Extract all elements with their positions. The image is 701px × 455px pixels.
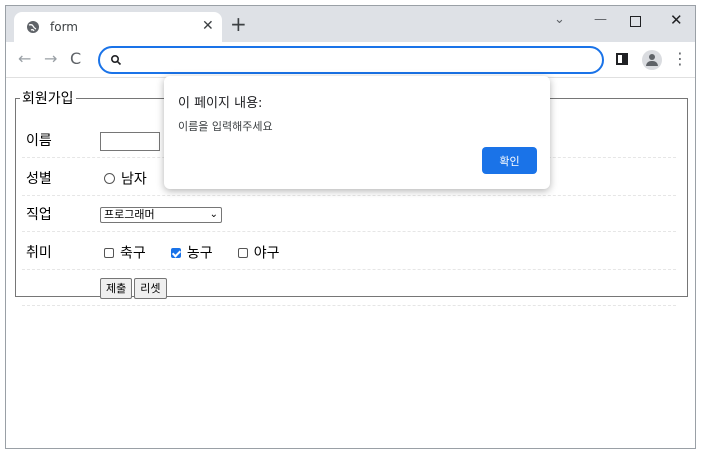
browser-toolbar: ← → C ⋮ [6, 42, 695, 78]
address-bar[interactable] [98, 46, 604, 74]
alert-message: 이름을 입력해주세요 [178, 120, 273, 133]
male-radio[interactable] [104, 173, 115, 184]
menu-icon[interactable]: ⋮ [672, 50, 688, 68]
forward-icon[interactable]: → [44, 50, 57, 68]
male-label: 남자 [121, 171, 147, 188]
side-panel-icon[interactable] [616, 53, 628, 65]
globe-icon [27, 21, 39, 33]
signup-legend: 회원가입 [22, 91, 74, 107]
new-tab-icon[interactable]: + [230, 14, 247, 34]
chevron-down-icon: ⌄ [209, 209, 218, 220]
tab-form[interactable]: form ✕ [14, 12, 222, 42]
name-label: 이름 [26, 133, 52, 149]
gender-label: 성별 [26, 171, 52, 187]
back-icon[interactable]: ← [18, 50, 31, 68]
gender-option-male[interactable]: 남자 [104, 168, 147, 189]
name-input[interactable] [100, 132, 160, 151]
job-row: 직업 프로그래머 ⌄ [22, 198, 676, 232]
hobby-option-soccer[interactable]: 축구 [104, 242, 146, 263]
alert-title: 이 페이지 내용: [178, 96, 263, 111]
soccer-label: 축구 [120, 245, 146, 262]
basketball-label: 농구 [186, 245, 213, 262]
soccer-checkbox[interactable] [104, 247, 114, 258]
reload-icon[interactable]: C [70, 50, 81, 68]
close-window-icon[interactable]: ✕ [670, 12, 683, 28]
profile-icon[interactable] [642, 50, 662, 70]
search-icon [110, 54, 122, 66]
hobby-option-baseball[interactable]: 야구 [237, 242, 280, 263]
job-select-value: 프로그래머 [104, 208, 155, 221]
reset-button[interactable]: 리셋 [134, 278, 167, 299]
hobby-row: 취미 축구 농구 야구 [22, 234, 676, 270]
tab-search-chevron-icon[interactable]: ⌄ [554, 12, 565, 28]
tab-close-icon[interactable]: ✕ [202, 18, 214, 34]
baseball-checkbox[interactable] [237, 247, 248, 258]
submit-button[interactable]: 제출 [100, 278, 133, 299]
tab-strip: form ✕ + ⌄ — ✕ [6, 6, 695, 42]
tab-title: form [50, 20, 78, 34]
basketball-checkbox[interactable] [170, 247, 181, 258]
buttons-row: 제출 리셋 [22, 272, 676, 306]
baseball-label: 야구 [253, 245, 280, 262]
alert-dialog: 이 페이지 내용: 이름을 입력해주세요 확인 [164, 76, 550, 189]
hobby-label: 취미 [26, 245, 52, 261]
alert-ok-button[interactable]: 확인 [482, 147, 537, 174]
browser-window: form ✕ + ⌄ — ✕ ← → C ⋮ 회원가입 이름 성별 남자 직업 … [5, 5, 696, 449]
maximize-icon[interactable] [630, 16, 641, 27]
minimize-icon[interactable]: — [594, 12, 607, 28]
job-label: 직업 [26, 207, 52, 223]
job-select[interactable]: 프로그래머 ⌄ [100, 207, 222, 223]
hobby-option-basketball[interactable]: 농구 [170, 242, 213, 263]
